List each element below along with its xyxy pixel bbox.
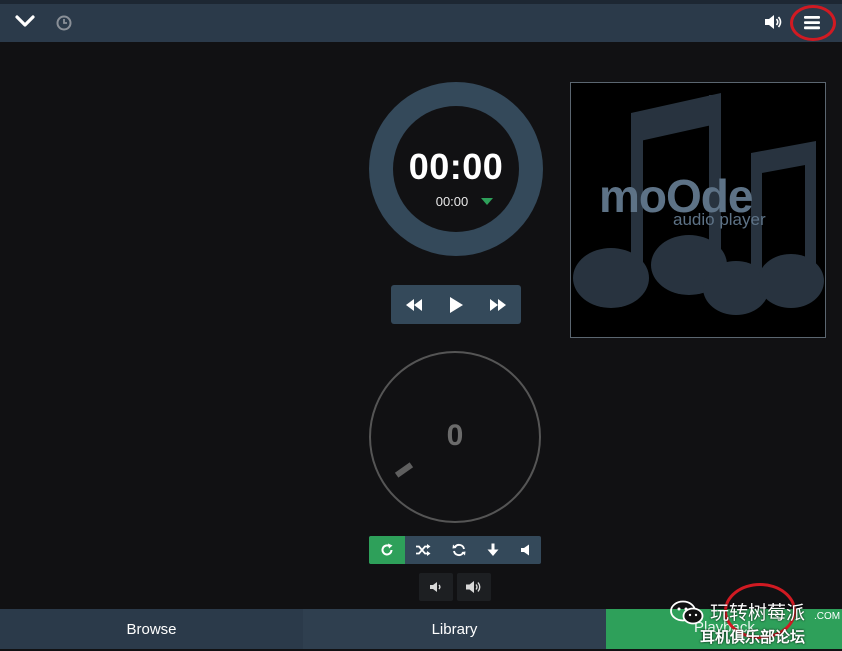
watermark-line2: 耳机俱乐部论坛 [700,628,806,646]
volume-knob[interactable]: 0 [369,351,541,523]
watermark-line1: 玩转树莓派 [710,602,806,624]
logo-subtitle: audio player [673,210,766,229]
play-button[interactable] [435,285,477,324]
tab-browse[interactable]: Browse [0,609,303,649]
volume-up-button[interactable] [457,573,491,601]
menu-icon[interactable] [804,15,820,35]
total-time[interactable]: 00:00 [393,194,511,209]
top-strip [0,0,842,4]
chevron-down-icon[interactable] [15,14,35,33]
elapsed-time: 00:00 [408,146,504,187]
cover-art[interactable]: moOde audio player [570,82,826,338]
mute-button[interactable] [509,536,541,564]
consume-button[interactable] [441,536,477,564]
top-bar [0,0,842,42]
transport-controls [391,285,521,324]
next-button[interactable] [477,285,519,324]
volume-down-button[interactable] [419,573,453,601]
single-button[interactable] [477,536,509,564]
wechat-icon [670,600,704,631]
volume-icon[interactable] [763,14,783,35]
volume-value: 0 [446,419,464,452]
shuffle-button[interactable] [405,536,441,564]
time-dropdown-icon[interactable] [481,198,493,205]
volume-knob-handle[interactable] [394,462,414,478]
previous-button[interactable] [393,285,435,324]
playback-mode-bar [369,536,541,564]
time-ring-center: 00:00 00:00 [393,106,519,232]
time-ring: 00:00 00:00 [369,82,543,256]
repeat-button[interactable] [369,536,405,564]
watermark-suffix: .COM [814,611,841,622]
clock-icon[interactable] [56,15,72,36]
tab-library[interactable]: Library [303,609,606,649]
watermark: 玩转树莓派 .COM 耳机俱乐部论坛 [668,592,842,649]
